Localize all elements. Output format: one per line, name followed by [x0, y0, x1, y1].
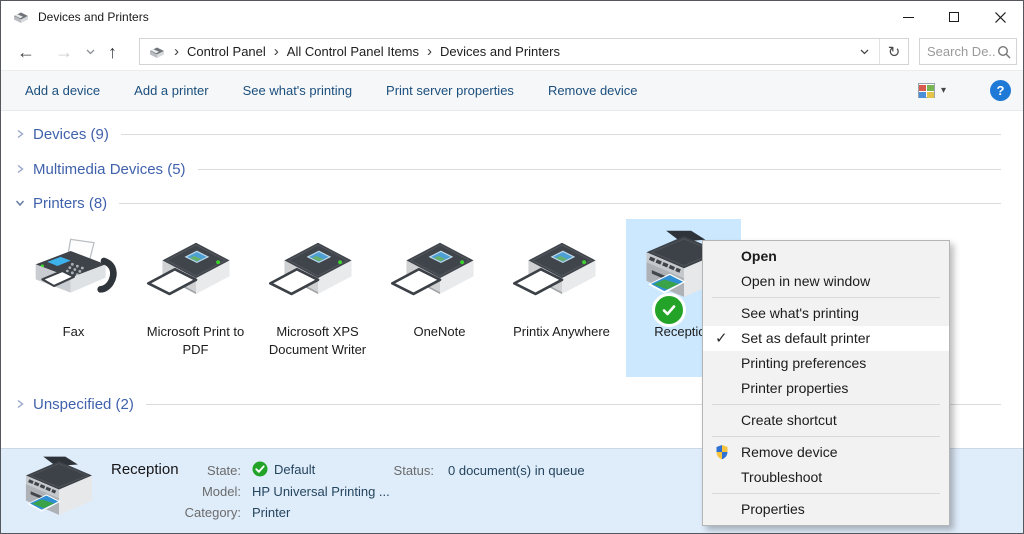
help-icon: ? [997, 83, 1005, 98]
chevron-right-icon [15, 129, 25, 139]
printer-tile-onenote[interactable]: OneNote [382, 219, 497, 377]
maximize-icon [949, 12, 959, 22]
default-check-icon [252, 461, 268, 477]
help-button[interactable]: ? [990, 80, 1011, 101]
chevron-right-icon [15, 399, 25, 409]
back-icon[interactable]: ← [17, 43, 35, 61]
window-title: Devices and Printers [38, 10, 149, 24]
printer-tile-fax[interactable]: Fax [16, 219, 131, 377]
status-value: 0 document(s) in queue [448, 463, 585, 478]
minimize-icon [903, 17, 914, 18]
printers-list: Fax Microsoft Print to PDF Microsoft XPS… [16, 219, 748, 377]
group-label: Unspecified (2) [33, 396, 134, 413]
menu-item-set-as-default-printer[interactable]: ✓ Set as default printer [703, 326, 949, 351]
forward-icon: → [55, 43, 73, 61]
group-header-printers[interactable]: Printers (8) [15, 192, 1023, 214]
printer-label: Microsoft Print to PDF [138, 323, 253, 359]
breadcrumb-all-control-panel-items[interactable]: All Control Panel Items [287, 44, 419, 59]
navigation-bar: ← → ↑ › Control Panel › All Control Pane… [1, 33, 1023, 70]
window-controls [885, 1, 1023, 33]
fax-printer-icon [24, 234, 124, 308]
menu-item-troubleshoot[interactable]: Troubleshoot [703, 465, 949, 490]
address-bar[interactable]: › Control Panel › All Control Panel Item… [139, 38, 909, 65]
group-rule [198, 169, 1001, 170]
menu-item-create-shortcut[interactable]: Create shortcut [703, 408, 949, 433]
remove-device-button[interactable]: Remove device [548, 83, 638, 98]
search-icon[interactable] [997, 45, 1011, 59]
view-options-caret-icon[interactable]: ▾ [941, 85, 946, 96]
chevron-down-icon [15, 198, 25, 208]
printer-label: OneNote [413, 323, 465, 341]
model-label: Model: [177, 484, 241, 499]
menu-separator [712, 297, 940, 298]
up-icon[interactable]: ↑ [108, 43, 117, 61]
printer-icon [143, 233, 249, 309]
search-box[interactable] [919, 38, 1017, 65]
category-label: Category: [177, 505, 241, 520]
menu-item-see-whats-printing[interactable]: See what's printing [703, 301, 949, 326]
close-button[interactable] [977, 1, 1023, 33]
recent-pages-chevron-icon[interactable] [86, 49, 95, 55]
group-rule [121, 134, 1001, 135]
printer-app-icon [12, 9, 30, 25]
breadcrumb-separator-icon: › [274, 44, 279, 59]
add-a-printer-button[interactable]: Add a printer [134, 83, 208, 98]
menu-item-open-in-new-window[interactable]: Open in new window [703, 269, 949, 294]
close-icon [995, 12, 1006, 23]
model-value: HP Universal Printing ... [252, 484, 390, 499]
printer-label: Printix Anywhere [513, 323, 610, 341]
group-label: Devices (9) [33, 126, 109, 143]
group-header-multimedia-devices[interactable]: Multimedia Devices (5) [15, 158, 1023, 180]
search-input[interactable] [927, 44, 995, 59]
state-label: State: [177, 463, 241, 478]
group-rule [119, 203, 1001, 204]
menu-item-open[interactable]: Open [703, 244, 949, 269]
menu-separator [712, 493, 940, 494]
printer-tile-printix-anywhere[interactable]: Printix Anywhere [504, 219, 619, 377]
menu-item-printing-preferences[interactable]: Printing preferences [703, 351, 949, 376]
status-label: Status: [384, 463, 434, 478]
menu-item-properties[interactable]: Properties [703, 497, 949, 522]
view-options-icon[interactable] [918, 83, 935, 98]
devices-and-printers-window: Devices and Printers ← → ↑ › Control Pan… [0, 0, 1024, 534]
uac-shield-icon [714, 444, 730, 461]
menu-separator [712, 404, 940, 405]
menu-item-printer-properties[interactable]: Printer properties [703, 376, 949, 401]
context-menu: Open Open in new window See what's print… [702, 240, 950, 526]
breadcrumb-separator-icon: › [427, 44, 432, 59]
printer-tile-microsoft-xps-document-writer[interactable]: Microsoft XPS Document Writer [260, 219, 375, 377]
printer-icon [509, 233, 615, 309]
maximize-button[interactable] [931, 1, 977, 33]
chevron-right-icon [15, 164, 25, 174]
minimize-button[interactable] [885, 1, 931, 33]
title-bar: Devices and Printers [1, 1, 1023, 33]
state-value: Default [252, 461, 315, 477]
category-value: Printer [252, 505, 290, 520]
add-a-device-button[interactable]: Add a device [25, 83, 100, 98]
group-label: Printers (8) [33, 195, 107, 212]
menu-separator [712, 436, 940, 437]
printer-label: Microsoft XPS Document Writer [260, 323, 375, 359]
printer-breadcrumb-icon [148, 44, 166, 60]
address-dropdown-icon[interactable] [860, 49, 869, 55]
breadcrumb-control-panel[interactable]: Control Panel [187, 44, 266, 59]
selected-printer-thumbnail [19, 455, 99, 529]
refresh-icon[interactable]: ↻ [880, 43, 908, 61]
group-label: Multimedia Devices (5) [33, 161, 186, 178]
printer-icon [265, 233, 371, 309]
see-whats-printing-button[interactable]: See what's printing [243, 83, 352, 98]
printer-label: Fax [63, 323, 85, 341]
printer-icon [387, 233, 493, 309]
breadcrumb-devices-and-printers[interactable]: Devices and Printers [440, 44, 560, 59]
command-toolbar: Add a device Add a printer See what's pr… [1, 70, 1023, 111]
default-printer-badge-icon [652, 293, 686, 327]
checkmark-icon: ✓ [715, 326, 728, 351]
group-header-devices[interactable]: Devices (9) [15, 123, 1023, 145]
printer-tile-microsoft-print-to-pdf[interactable]: Microsoft Print to PDF [138, 219, 253, 377]
print-server-properties-button[interactable]: Print server properties [386, 83, 514, 98]
details-printer-name: Reception [111, 461, 179, 478]
menu-item-remove-device[interactable]: Remove device [703, 440, 949, 465]
breadcrumb-separator-icon: › [174, 44, 179, 59]
